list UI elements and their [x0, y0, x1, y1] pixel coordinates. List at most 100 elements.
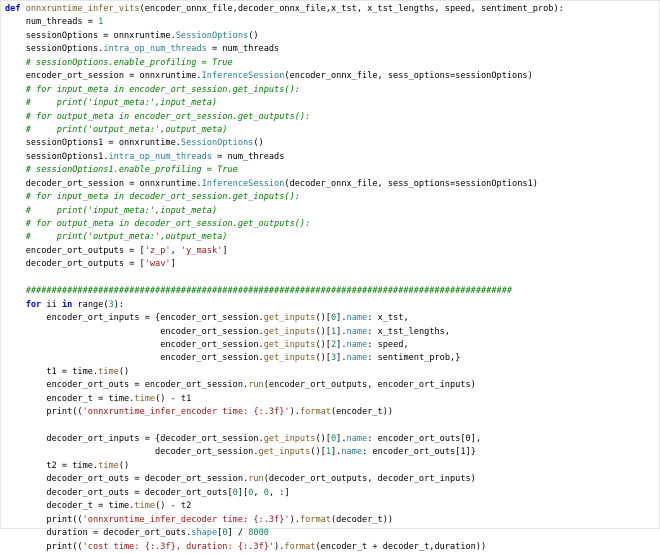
code-token: InferenceSession — [201, 71, 285, 82]
code-token: name — [346, 313, 368, 324]
code-line: sessionOptions = onnxruntime.SessionOpti… — [5, 30, 564, 43]
code-token: 'onnxruntime_infer_decoder time: {:.3f}' — [82, 514, 290, 525]
code-token: , — [170, 245, 181, 256]
code-line: encoder_t = time.time() - t1 — [5, 393, 564, 406]
code-editor[interactable]: def onnxruntime_infer_vits(encoder_onnx_… — [0, 0, 660, 552]
code-token: intra_op_num_threads — [103, 44, 207, 55]
code-token: format — [284, 541, 316, 552]
code-token: (encoder_onnx_file, sess_options=session… — [284, 71, 533, 82]
code-line: decoder_ort_session = onnxruntime.Infere… — [5, 178, 564, 191]
code-token: ]. — [336, 313, 347, 324]
code-line: encoder_ort_session.get_inputs()[1].name… — [5, 326, 564, 339]
code-token: # sessionOptions1.enable_profiling = Tru… — [5, 165, 238, 176]
code-token: intra_op_num_threads — [108, 151, 212, 162]
code-token: decoder_ort_outs = decoder_ort_outs[ — [5, 487, 233, 498]
code-token: # for output_meta in encoder_ort_session… — [5, 111, 311, 122]
code-token: t1 = time. — [5, 366, 99, 377]
code-token: onnxruntime_infer_vits — [25, 4, 140, 14]
code-token: 'y_mask' — [180, 245, 223, 256]
code-token: decoder_ort_session. — [5, 447, 259, 458]
code-token: name — [346, 326, 368, 337]
code-line: decoder_ort_outs = decoder_ort_outs[0][0… — [5, 487, 564, 500]
code-line: sessionOptions1.intra_op_num_threads = n… — [5, 151, 564, 164]
code-token: ()[ — [310, 447, 326, 458]
code-token: () — [118, 460, 130, 471]
code-line: for ii in range(3): — [5, 299, 564, 312]
code-token: ()[ — [315, 339, 331, 350]
code-token: format — [299, 514, 331, 525]
code-token: ): — [113, 299, 125, 310]
code-token: = num_threads — [211, 151, 285, 162]
code-token: get_inputs — [263, 326, 316, 337]
code-token: encoder_ort_session. — [5, 353, 264, 364]
code-token: get_inputs — [258, 447, 311, 458]
code-token: () — [118, 366, 130, 377]
code-token: 8000 — [248, 528, 269, 539]
code-token: ()[ — [315, 313, 331, 324]
code-token: get_inputs — [263, 434, 316, 444]
code-token: ()[ — [315, 434, 331, 444]
code-token: decoder_t = time. — [5, 501, 135, 512]
code-token: 'z_p' — [144, 245, 171, 256]
code-token: : sentiment_prob,} — [367, 353, 461, 364]
code-token: name — [346, 434, 368, 444]
code-token: encoder_ort_outputs = [ — [5, 245, 145, 256]
code-token: time — [98, 366, 119, 377]
code-token: , :] — [268, 487, 290, 498]
code-token: , — [253, 487, 264, 498]
code-line: # for input_meta in encoder_ort_session.… — [5, 84, 564, 97]
code-token: get_inputs — [263, 313, 316, 324]
code-token: encoder_t = time. — [5, 393, 135, 404]
code-token: duration = decoder_ort_outs. — [5, 528, 192, 539]
code-line: decoder_ort_outs = decoder_ort_session.r… — [5, 473, 564, 486]
code-token: print(( — [5, 407, 83, 418]
code-token: sessionOptions1. — [5, 151, 109, 162]
code-token: name — [346, 339, 368, 350]
code-token: # for input_meta in decoder_ort_session.… — [5, 192, 300, 203]
code-token: time — [134, 393, 156, 404]
code-token: InferenceSession — [201, 178, 285, 189]
code-token: 1 — [98, 17, 104, 28]
code-line: print(('onnxruntime_infer_encoder time: … — [5, 406, 564, 419]
code-token: ). — [274, 541, 285, 552]
code-token: # print('output_meta:',output_meta) — [5, 232, 228, 243]
code-token: ). — [289, 407, 300, 418]
code-token: ()[ — [315, 326, 331, 337]
code-token: ]. — [336, 353, 347, 364]
code-line: encoder_ort_outputs = ['z_p', 'y_mask'] — [5, 245, 564, 258]
code-token: time — [134, 501, 156, 512]
code-token: for — [25, 299, 42, 310]
code-token: encoder_ort_outs = encoder_ort_session. — [5, 380, 249, 391]
code-token: time — [98, 460, 119, 471]
code-token: in — [61, 299, 73, 310]
code-token: # for input_meta in encoder_ort_session.… — [5, 84, 300, 95]
code-token: decoder_ort_inputs = {decoder_ort_sessio… — [5, 434, 264, 444]
code-token: name — [346, 353, 368, 364]
code-token: print(( — [5, 541, 83, 552]
code-line: duration = decoder_ort_outs.shape[0] / 8… — [5, 527, 564, 540]
code-line: t2 = time.time() — [5, 460, 564, 473]
code-token: name — [341, 447, 363, 458]
code-token: (decoder_t)) — [330, 514, 394, 525]
code-token: shape — [191, 528, 218, 539]
code-block: def onnxruntime_infer_vits(encoder_onnx_… — [5, 3, 564, 554]
code-token: # sessionOptions.enable_profiling = True — [5, 57, 233, 68]
code-line: print(('onnxruntime_infer_decoder time: … — [5, 514, 564, 527]
code-token: : x_tst, — [367, 313, 409, 324]
code-token: : x_tst_lengths, — [367, 326, 451, 337]
code-line: def onnxruntime_infer_vits(encoder_onnx_… — [5, 3, 564, 16]
code-token: num_threads = — [5, 17, 99, 28]
code-token: ]. — [336, 326, 347, 337]
code-token: # print('input_meta:',input_meta) — [5, 205, 218, 216]
code-token: # print('input_meta:',input_meta) — [5, 98, 218, 109]
code-line: encoder_ort_session.get_inputs()[2].name… — [5, 339, 564, 352]
code-line: decoder_t = time.time() - t2 — [5, 500, 564, 513]
code-line: encoder_ort_session = onnxruntime.Infere… — [5, 70, 564, 83]
code-token: t2 = time. — [5, 460, 99, 471]
code-token: ]. — [331, 447, 342, 458]
code-token: get_inputs — [263, 353, 316, 364]
code-line: decoder_ort_outputs = ['wav'] — [5, 258, 564, 271]
code-line: encoder_ort_outs = encoder_ort_session.r… — [5, 379, 564, 392]
code-line: ########################################… — [5, 285, 564, 298]
